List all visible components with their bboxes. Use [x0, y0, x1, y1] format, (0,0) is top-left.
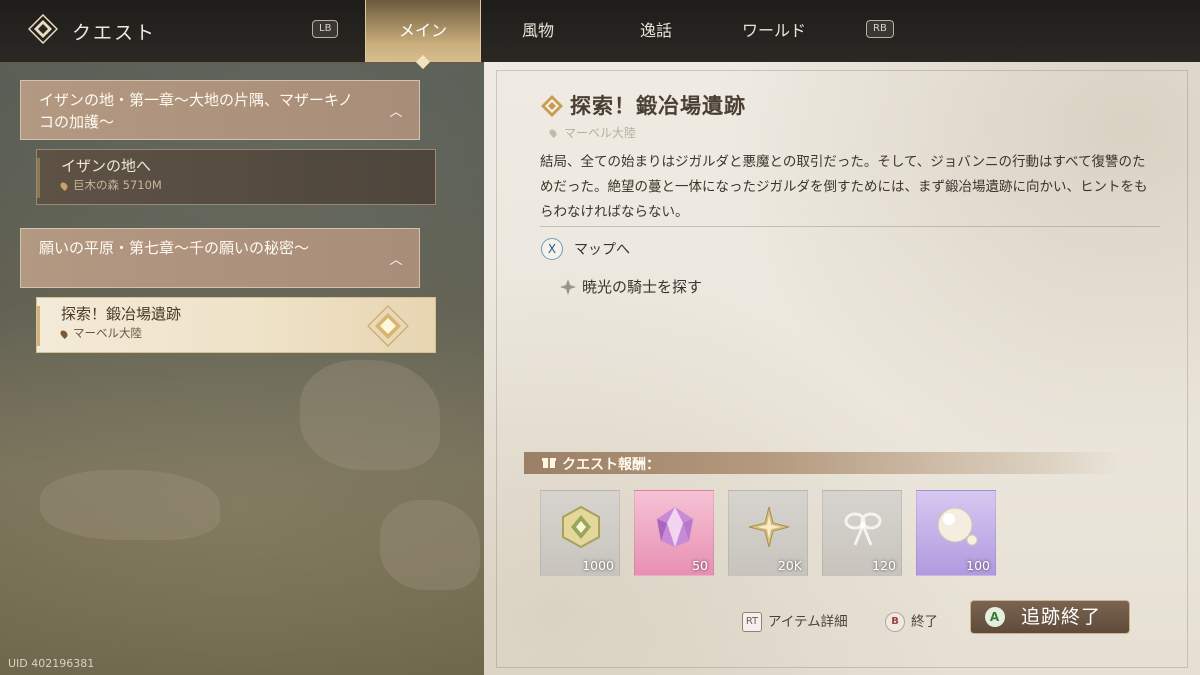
user-id-label: UID 402196381 — [8, 657, 95, 670]
divider — [540, 226, 1160, 227]
quest-book-icon — [28, 14, 58, 44]
item-detail-label: アイテム詳細 — [768, 614, 848, 630]
reward-amount: 1000 — [582, 558, 614, 573]
chapter-title: イザンの地・第一章〜大地の片隅、マザーキノコの加護〜 — [39, 91, 353, 131]
chevron-up-icon: ︿ — [389, 105, 403, 120]
quest-title: 探索！鍛冶場遺跡 — [570, 94, 746, 118]
reward-title: クエスト報酬： — [562, 457, 660, 473]
chapter-header[interactable]: イザンの地・第一章〜大地の片隅、マザーキノコの加護〜 ︿ — [20, 80, 420, 140]
page-title: クエスト — [72, 22, 157, 44]
gift-icon — [542, 458, 556, 468]
background-rock — [300, 360, 440, 470]
pink-crystal-icon — [657, 507, 693, 547]
main-quest-diamond-icon — [541, 95, 563, 117]
b-button-icon: B — [885, 612, 905, 632]
objective-star-icon — [560, 279, 576, 295]
reward-item[interactable]: 20K — [728, 490, 808, 576]
item-accent-bar — [37, 306, 40, 346]
reward-amount: 50 — [692, 558, 708, 573]
top-bar: クエスト LB メイン 風物 逸話 ワールド RB — [0, 0, 1200, 63]
x-button-icon[interactable]: X — [541, 238, 563, 260]
background-rock — [40, 470, 220, 540]
reward-amount: 100 — [966, 558, 990, 573]
quest-list-item-selected[interactable]: 探索！鍛冶場遺跡 マーベル大陸 — [36, 297, 436, 353]
location-pin-icon — [59, 328, 69, 339]
hexagon-emblem-icon — [562, 505, 600, 549]
tab-world[interactable]: ワールド — [717, 0, 831, 62]
tab-customs[interactable]: 風物 — [481, 0, 595, 62]
reward-item[interactable]: 1000 — [540, 490, 620, 576]
lb-button-hint[interactable]: LB — [312, 20, 339, 38]
rb-button-hint[interactable]: RB — [866, 20, 894, 38]
quest-location: マーベル大陸 — [73, 326, 142, 340]
item-detail-hint[interactable]: RT アイテム詳細 — [742, 610, 848, 632]
end-tracking-button[interactable]: A 追跡終了 — [970, 600, 1130, 634]
reward-item[interactable]: 100 — [916, 490, 996, 576]
chevron-up-icon: ︿ — [389, 253, 403, 268]
quest-location: 巨木の森 5710M — [73, 178, 162, 192]
pearl-orb-icon — [937, 507, 978, 546]
location-pin-icon — [548, 128, 558, 138]
reward-item[interactable]: 120 — [822, 490, 902, 576]
chapter-title: 願いの平原・第七章〜千の願いの秘密〜 — [39, 239, 310, 257]
gold-star-icon — [748, 506, 790, 548]
tracked-quest-emblem-icon — [367, 305, 409, 347]
close-label: 終了 — [911, 614, 938, 630]
chapter-header[interactable]: 願いの平原・第七章〜千の願いの秘密〜 ︿ — [20, 228, 420, 288]
location-pin-icon — [59, 180, 69, 191]
quest-name: イザンの地へ — [61, 157, 152, 175]
item-accent-bar — [37, 158, 40, 198]
quest-objective: 暁光の騎士を探す — [582, 278, 703, 296]
a-button-icon: A — [985, 607, 1005, 627]
close-hint[interactable]: B 終了 — [885, 610, 938, 632]
quest-description: 結局、全ての始まりはジガルダと悪魔との取引だった。そして、ジョバンニの行動はすべ… — [540, 154, 1148, 220]
quest-name: 探索！鍛冶場遺跡 — [61, 305, 182, 323]
white-ribbon-icon — [844, 512, 882, 546]
tab-main[interactable]: メイン — [365, 0, 481, 62]
rt-button-icon: RT — [742, 612, 762, 632]
quest-location: マーベル大陸 — [564, 126, 637, 140]
reward-amount: 120 — [872, 558, 896, 573]
reward-amount: 20K — [777, 558, 802, 573]
reward-header: クエスト報酬： — [524, 452, 1124, 474]
quest-list-item[interactable]: イザンの地へ 巨木の森 5710M — [36, 149, 436, 205]
reward-item[interactable]: 50 — [634, 490, 714, 576]
end-tracking-label: 追跡終了 — [1021, 606, 1102, 628]
tab-anecdotes[interactable]: 逸話 — [599, 0, 713, 62]
go-to-map-link[interactable]: マップへ — [574, 239, 630, 259]
quest-detail-panel: 探索！鍛冶場遺跡 マーベル大陸 結局、全ての始まりはジガルダと悪魔との取引だった… — [484, 62, 1200, 675]
background-rock — [380, 500, 480, 590]
